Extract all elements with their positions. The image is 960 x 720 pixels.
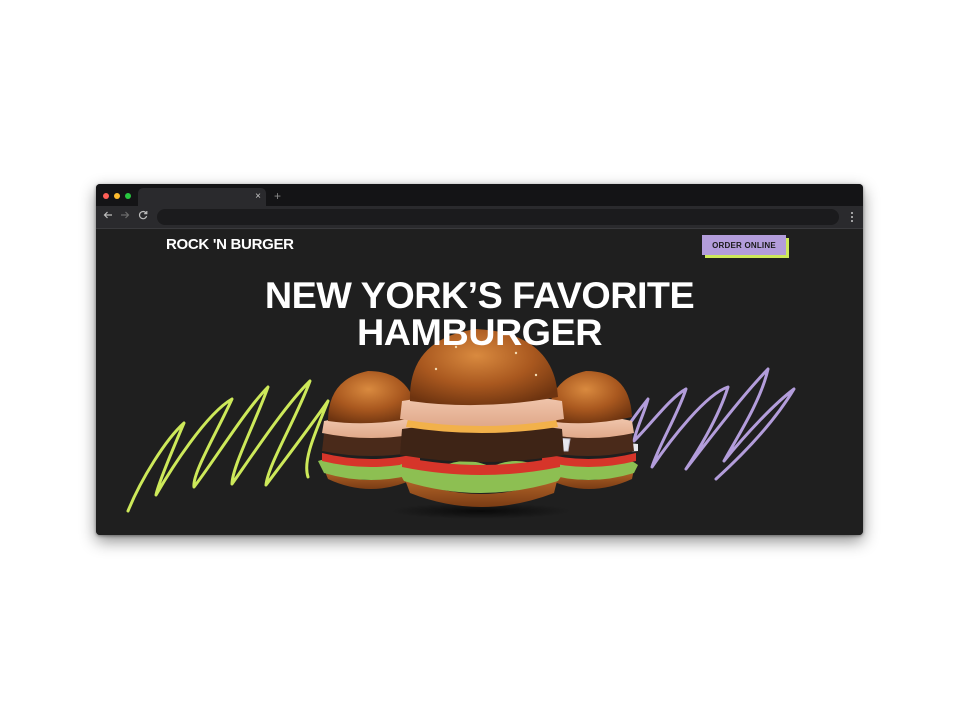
forward-arrow-icon[interactable]: [119, 210, 131, 223]
kebab-menu-icon[interactable]: [851, 210, 854, 223]
close-window-button[interactable]: [103, 193, 109, 199]
headline-line-2: HAMBURGER: [357, 312, 602, 353]
center-burger: [396, 329, 571, 507]
address-bar[interactable]: [157, 209, 839, 225]
headline-line-1: NEW YORK’S FAVORITE: [264, 275, 695, 316]
site-logo[interactable]: ROCK 'N BURGER: [166, 236, 294, 253]
back-arrow-icon[interactable]: [102, 210, 114, 223]
tab-close-icon[interactable]: ×: [255, 190, 261, 204]
purple-scribble-decoration: [624, 367, 796, 481]
three-burgers-image: [318, 329, 638, 507]
new-tab-button[interactable]: +: [274, 190, 281, 202]
tab-bar: × +: [96, 184, 863, 206]
maximize-window-button[interactable]: [125, 193, 131, 199]
browser-window: × + ROCK 'N BURGER ORDER ONLINE NEW YORK…: [96, 184, 863, 535]
browser-tab[interactable]: ×: [138, 188, 266, 206]
lime-scribble-decoration: [126, 379, 330, 513]
browser-toolbar: [96, 206, 863, 229]
page-viewport: ROCK 'N BURGER ORDER ONLINE NEW YORK’S F…: [96, 229, 863, 535]
reload-icon[interactable]: [137, 210, 149, 223]
hero-headline: NEW YORK’S FAVORITE HAMBURGER: [96, 277, 863, 351]
minimize-window-button[interactable]: [114, 193, 120, 199]
order-online-button[interactable]: ORDER ONLINE: [702, 235, 786, 255]
